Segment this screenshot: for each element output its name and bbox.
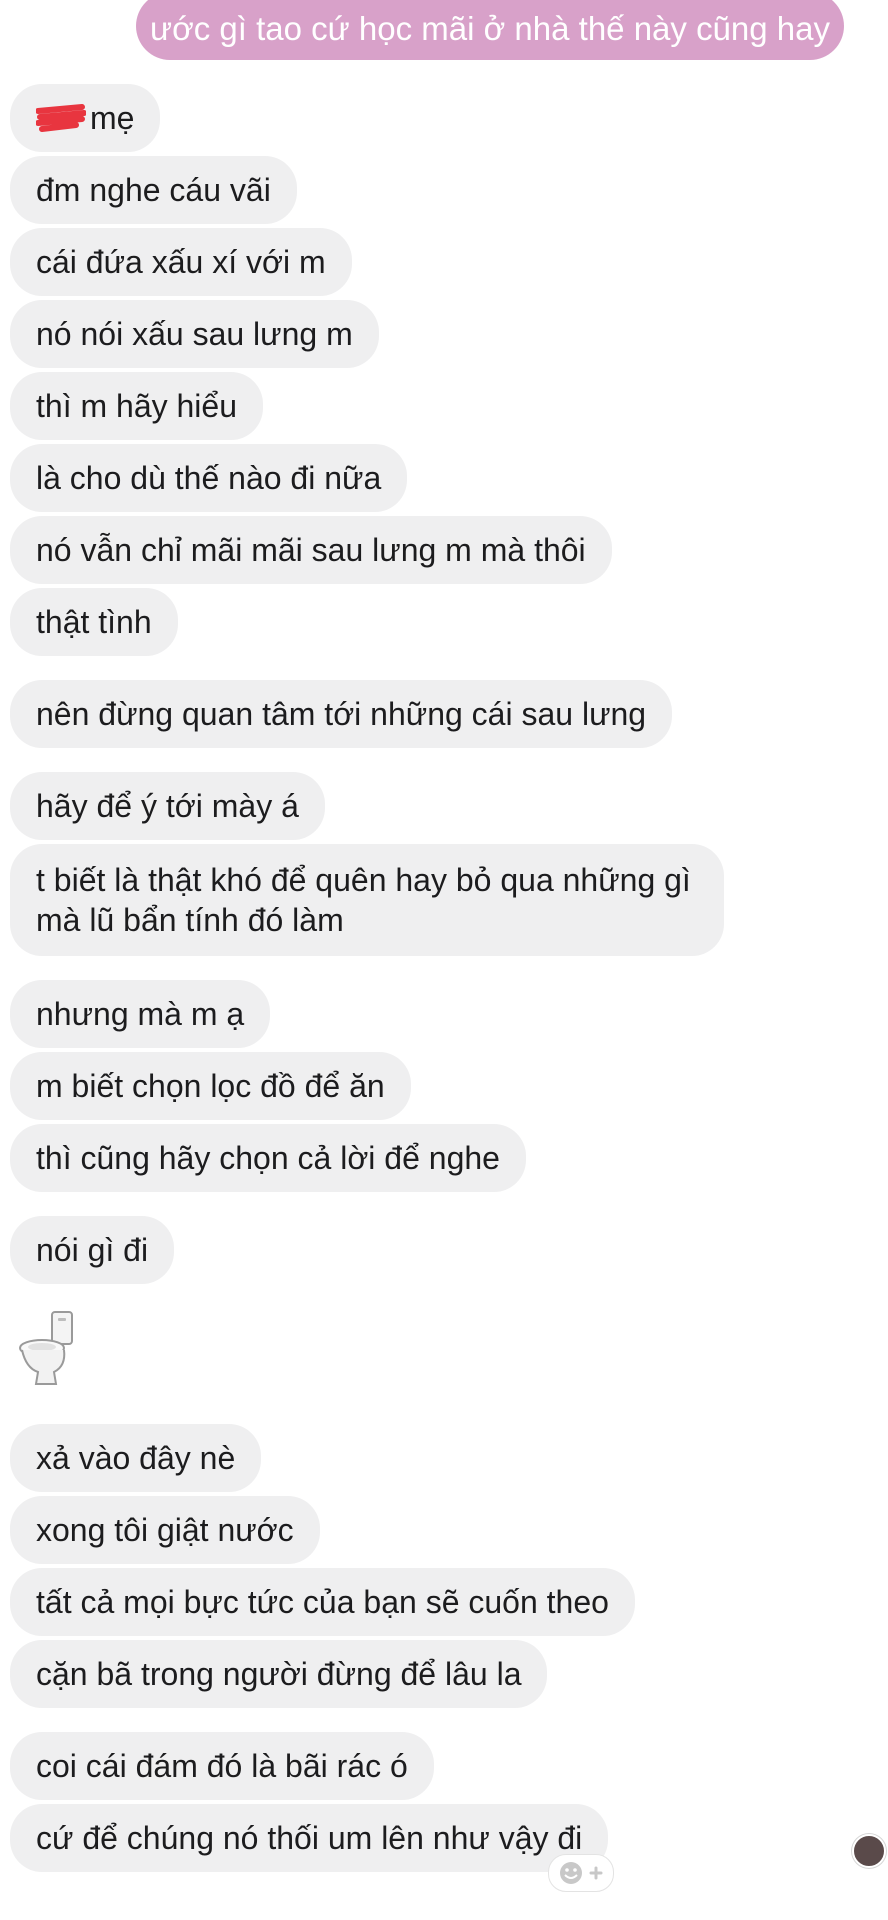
received-message-bubble[interactable]: cứ để chúng nó thối um lên như vậy đi	[10, 1804, 609, 1872]
received-message-bubble[interactable]: nên đừng quan tâm tới những cái sau lưng	[10, 680, 673, 748]
redaction-scribble-icon	[36, 104, 86, 132]
sent-message-bubble[interactable]: ước gì tao cứ học mãi ở nhà thế này cũng…	[136, 0, 844, 60]
received-message-bubble[interactable]: coi cái đám đó là bãi rác ó	[10, 1732, 434, 1800]
received-message-bubble[interactable]: tất cả mọi bực tức của bạn sẽ cuốn theo	[10, 1568, 635, 1636]
message-text: mẹ	[90, 100, 135, 136]
received-message-bubble[interactable]: nói gì đi	[10, 1216, 175, 1284]
received-message-bubble[interactable]: thì cũng hãy chọn cả lời để nghe	[10, 1124, 526, 1192]
received-message-bubble[interactable]: xong tôi giật nước	[10, 1496, 320, 1564]
received-message-bubble[interactable]: nhưng mà m ạ	[10, 980, 271, 1048]
received-message-bubble[interactable]: thật tình	[10, 588, 178, 656]
received-message-bubble[interactable]: là cho dù thế nào đi nữa	[10, 444, 408, 512]
received-message-bubble[interactable]: hãy để ý tới mày á	[10, 772, 325, 840]
received-message-bubble[interactable]: nó vẫn chỉ mãi mãi sau lưng m mà thôi	[10, 516, 612, 584]
add-reaction-button[interactable]	[548, 1854, 614, 1892]
received-message-bubble[interactable]: thì m hãy hiểu	[10, 372, 263, 440]
seen-avatar	[852, 1834, 886, 1868]
received-message-bubble[interactable]: mẹ	[10, 84, 161, 152]
received-message-bubble[interactable]: t biết là thật khó để quên hay bỏ qua nh…	[10, 844, 724, 956]
received-message-bubble[interactable]: cái đứa xấu xí với m	[10, 228, 352, 296]
smiley-plus-icon	[560, 1862, 603, 1884]
received-message-bubble[interactable]: m biết chọn lọc đồ để ăn	[10, 1052, 411, 1120]
received-message-bubble[interactable]: đm nghe cáu vãi	[10, 156, 297, 224]
received-message-bubble[interactable]: nó nói xấu sau lưng m	[10, 300, 379, 368]
received-message-bubble[interactable]: xả vào đây nè	[10, 1424, 262, 1492]
toilet-icon[interactable]	[18, 1310, 78, 1388]
received-message-bubble[interactable]: cặn bã trong người đừng để lâu la	[10, 1640, 548, 1708]
